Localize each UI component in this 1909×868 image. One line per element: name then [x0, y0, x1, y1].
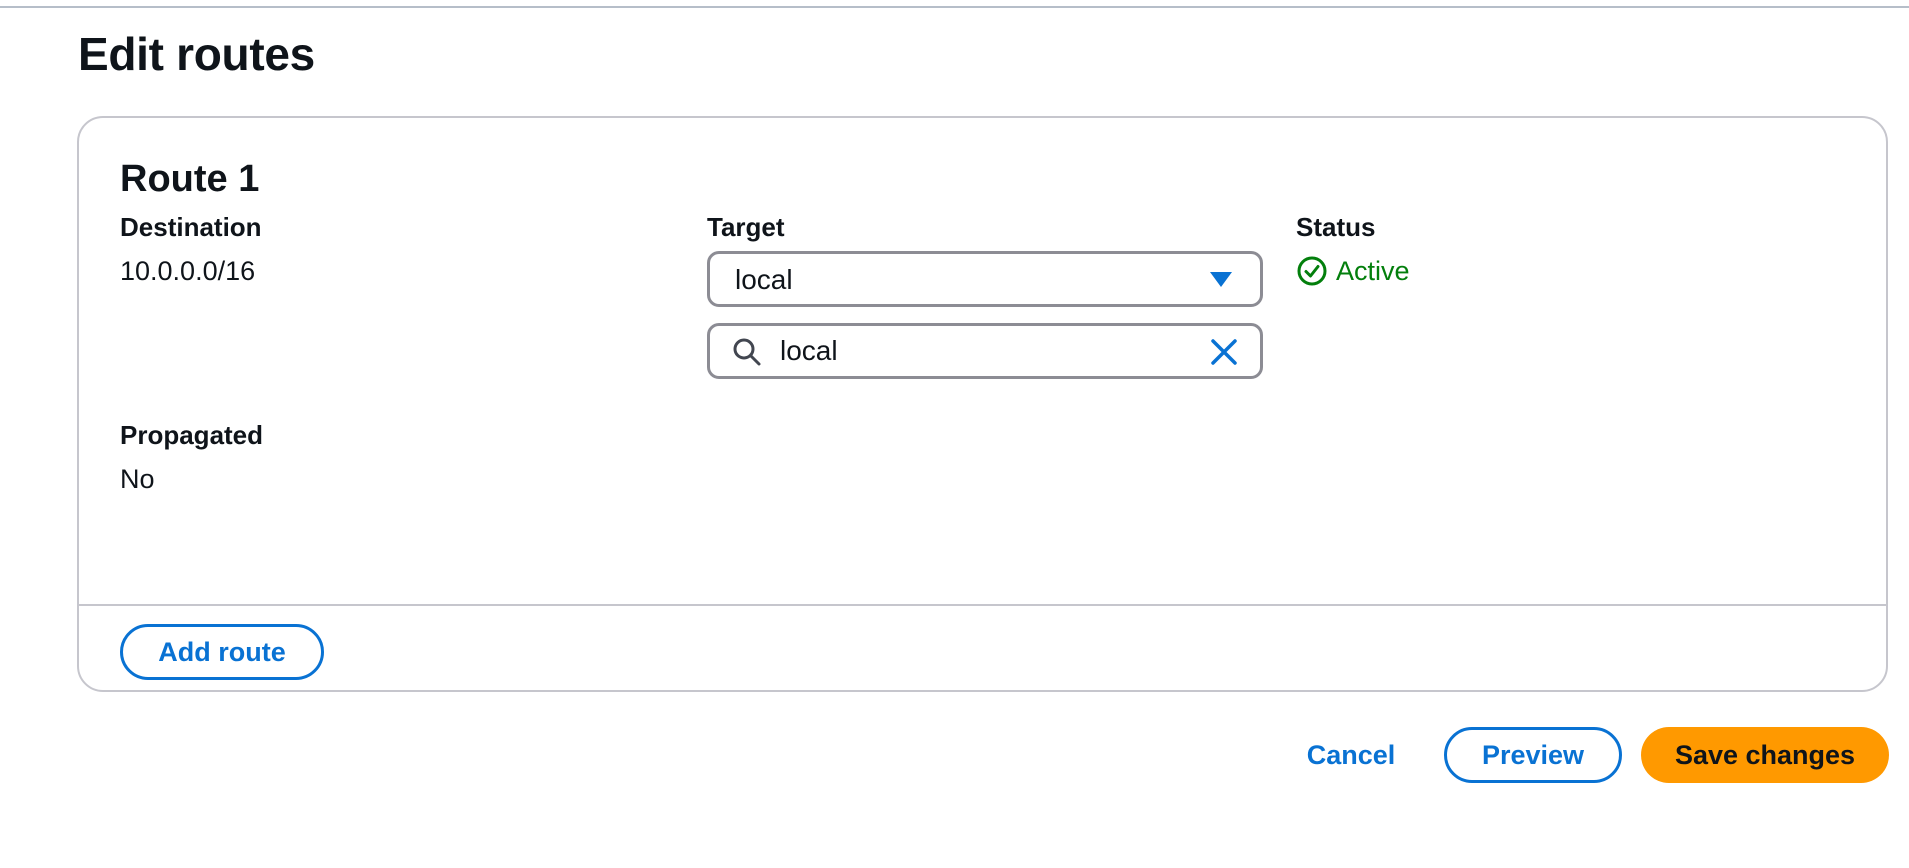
status-value: Active: [1336, 256, 1410, 286]
page-title: Edit routes: [78, 28, 315, 80]
propagated-value: No: [120, 464, 155, 494]
destination-label: Destination: [120, 212, 262, 242]
search-icon: [733, 338, 761, 366]
target-selected-value: local: [735, 264, 793, 295]
target-search-input[interactable]: [780, 332, 1180, 370]
close-icon[interactable]: [1208, 336, 1240, 368]
add-route-button[interactable]: Add route: [120, 624, 324, 680]
caret-down-icon: [1210, 272, 1232, 287]
destination-value: 10.0.0.0/16: [120, 256, 256, 286]
status-indicator: Active: [1296, 254, 1410, 288]
preview-button[interactable]: Preview: [1444, 727, 1622, 783]
propagated-label: Propagated: [120, 420, 264, 450]
save-changes-button[interactable]: Save changes: [1641, 727, 1889, 783]
check-circle-icon: [1297, 256, 1327, 286]
route-heading: Route 1: [120, 158, 260, 200]
target-search-field[interactable]: [707, 323, 1263, 379]
status-label: Status: [1296, 212, 1376, 242]
route-container: Route 1 Destination 10.0.0.0/16 Target l…: [77, 116, 1888, 692]
target-select[interactable]: local: [707, 251, 1263, 307]
cancel-button[interactable]: Cancel: [1296, 735, 1406, 775]
top-divider: [0, 6, 1909, 8]
container-divider: [79, 604, 1886, 606]
target-label: Target: [707, 212, 785, 242]
